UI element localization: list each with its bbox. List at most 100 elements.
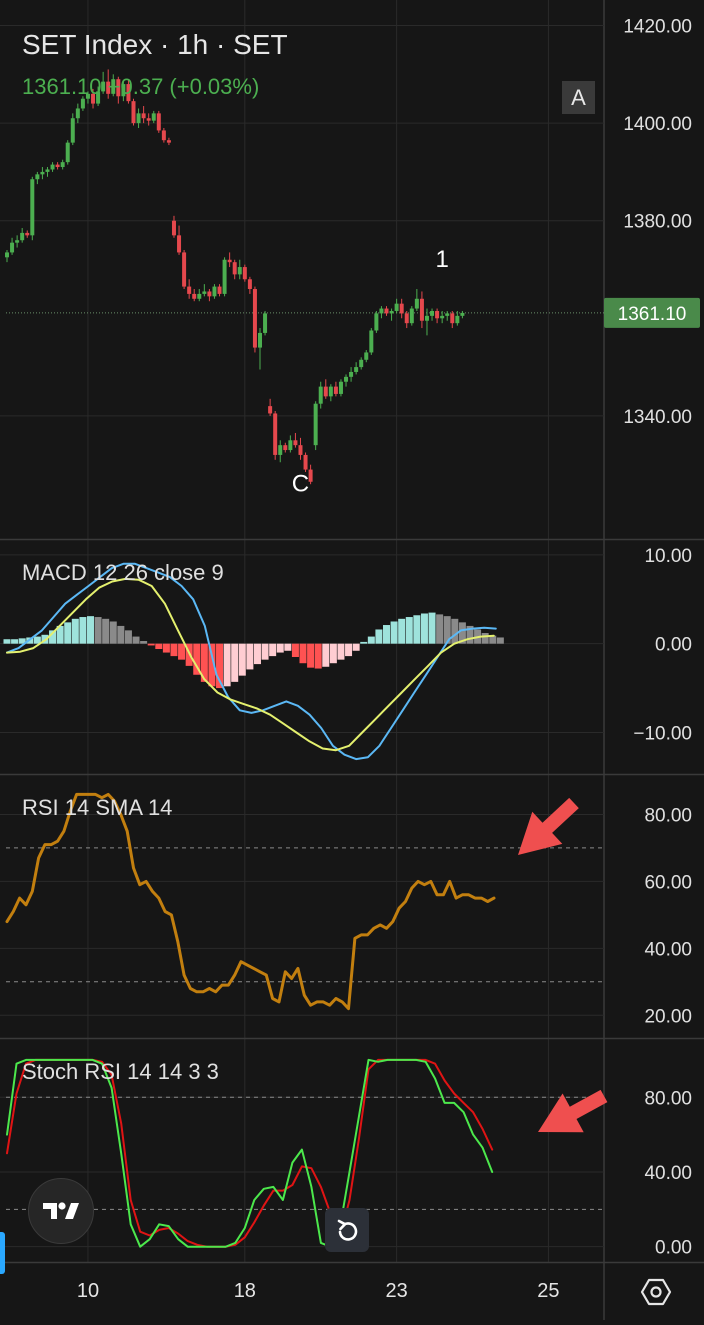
macd-histogram-bar bbox=[124, 630, 132, 644]
macd-histogram-bar bbox=[246, 643, 254, 670]
reset-chart-button[interactable] bbox=[325, 1208, 369, 1252]
quote-line: 1361.10 +0.37 (+0.03%) bbox=[22, 74, 259, 99]
y-tick-label: 1380.00 bbox=[623, 212, 692, 233]
candle-body bbox=[409, 308, 414, 324]
macd-histogram-bar bbox=[11, 639, 19, 644]
candle-body bbox=[424, 315, 429, 321]
candle-body bbox=[323, 386, 328, 397]
chart-canvas[interactable]: 1420.00 1400.00 1380.00 1340.00 1361.10 1 C SET… bbox=[0, 0, 704, 1320]
candle-body bbox=[308, 469, 313, 482]
macd-histogram-bar bbox=[360, 641, 368, 644]
candle-body bbox=[303, 454, 308, 470]
candle-body bbox=[30, 179, 35, 236]
candle-body bbox=[288, 440, 293, 451]
candle-body bbox=[146, 118, 151, 121]
candle-body bbox=[40, 171, 45, 175]
y-tick-label: 40.00 bbox=[644, 939, 692, 960]
macd-histogram-bar bbox=[420, 613, 428, 644]
candle-body bbox=[359, 359, 364, 368]
y-tick-label: −10.00 bbox=[633, 723, 692, 744]
chart-background bbox=[0, 0, 704, 1320]
macd-histogram-bar bbox=[375, 629, 383, 644]
macd-histogram-bar bbox=[299, 643, 307, 664]
x-tick-label: 23 bbox=[385, 1280, 407, 1302]
candle-body bbox=[166, 140, 171, 143]
candle-body bbox=[318, 386, 323, 404]
macd-histogram-bar bbox=[451, 618, 459, 644]
candle-body bbox=[187, 286, 192, 294]
macd-title: MACD 12 26 close 9 bbox=[22, 560, 224, 585]
macd-histogram-bar bbox=[284, 643, 292, 651]
y-tick-label: 1400.00 bbox=[623, 114, 692, 135]
candle-body bbox=[237, 267, 242, 275]
candle-body bbox=[384, 308, 389, 314]
candle-body bbox=[460, 312, 465, 316]
candle-body bbox=[177, 235, 182, 253]
macd-histogram-bar bbox=[276, 643, 284, 653]
macd-histogram-bar bbox=[132, 636, 140, 644]
x-tick-label: 25 bbox=[537, 1280, 559, 1302]
auto-scale-button[interactable]: A bbox=[562, 81, 595, 114]
macd-histogram-bar bbox=[405, 617, 413, 644]
candle-body bbox=[5, 252, 9, 258]
macd-histogram-bar bbox=[117, 625, 125, 644]
macd-histogram-bar bbox=[383, 625, 390, 644]
side-drawer-tab[interactable] bbox=[0, 1232, 5, 1274]
last-price-label: 1361.10 bbox=[618, 304, 687, 325]
macd-histogram-bar bbox=[307, 643, 315, 668]
macd-histogram-bar bbox=[223, 643, 231, 687]
macd-histogram-bar bbox=[178, 643, 186, 660]
candle-body bbox=[389, 310, 394, 314]
candle-body bbox=[65, 142, 70, 163]
candle-body bbox=[212, 286, 217, 297]
rsi-title: RSI 14 SMA 14 bbox=[22, 795, 172, 820]
candle-body bbox=[258, 332, 262, 348]
tradingview-logo-icon[interactable] bbox=[28, 1178, 94, 1244]
y-tick-label: 80.00 bbox=[644, 805, 692, 826]
macd-histogram-bar bbox=[238, 643, 246, 676]
candle-body bbox=[217, 286, 222, 294]
candle-body bbox=[70, 118, 75, 143]
candle-body bbox=[151, 113, 156, 121]
candle-body bbox=[227, 259, 232, 263]
macd-histogram-bar bbox=[71, 618, 79, 644]
chart-stage[interactable]: 1420.00 1400.00 1380.00 1340.00 1361.10 1 C SET… bbox=[0, 0, 704, 1320]
candle-body bbox=[207, 291, 212, 297]
y-tick-label: 1340.00 bbox=[623, 407, 692, 428]
macd-histogram-bar bbox=[261, 643, 269, 660]
macd-histogram-bar bbox=[345, 643, 353, 657]
macd-histogram-bar bbox=[269, 643, 277, 657]
candle-body bbox=[247, 279, 252, 290]
candle-body bbox=[222, 259, 227, 294]
y-tick-label: 40.00 bbox=[644, 1163, 692, 1184]
candle-body bbox=[192, 293, 197, 299]
y-tick-label: 10.00 bbox=[644, 546, 692, 567]
candle-body bbox=[273, 413, 278, 455]
candle-body bbox=[161, 130, 166, 141]
candle-body bbox=[263, 313, 268, 333]
candle-body bbox=[283, 445, 288, 451]
settings-hexagon-icon[interactable] bbox=[638, 1274, 674, 1310]
y-tick-label: 20.00 bbox=[644, 1006, 692, 1027]
macd-histogram-bar bbox=[291, 643, 299, 657]
candle-body bbox=[414, 298, 419, 309]
macd-histogram-bar bbox=[352, 643, 360, 651]
macd-histogram-bar bbox=[329, 643, 337, 664]
reset-chart-icon bbox=[337, 1219, 358, 1241]
candle-body bbox=[232, 262, 237, 275]
candle-body bbox=[182, 252, 187, 287]
wave-label: 1 bbox=[435, 246, 448, 273]
stoch-title: Stoch RSI 14 14 3 3 bbox=[22, 1059, 219, 1084]
macd-histogram-bar bbox=[64, 622, 72, 644]
macd-histogram-bar bbox=[253, 643, 261, 665]
candle-body bbox=[80, 98, 85, 109]
macd-histogram-bar bbox=[314, 643, 322, 669]
candle-body bbox=[344, 376, 349, 382]
candle-body bbox=[45, 169, 50, 172]
x-tick-label: 18 bbox=[234, 1280, 256, 1302]
macd-histogram-bar bbox=[413, 615, 421, 644]
candle-body bbox=[252, 289, 257, 348]
candle-body bbox=[25, 232, 30, 236]
y-tick-label: 80.00 bbox=[644, 1088, 692, 1109]
candle-body bbox=[369, 330, 374, 353]
